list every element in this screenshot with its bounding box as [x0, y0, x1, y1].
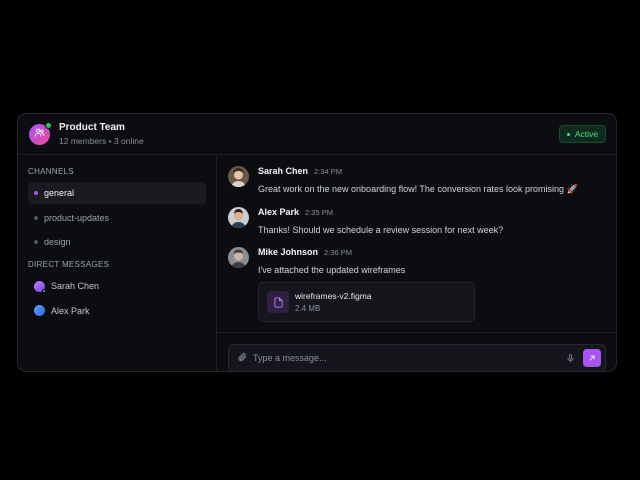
status-badge: Active — [558, 125, 606, 143]
message-timestamp: 2:34 PM — [314, 167, 342, 176]
composer-area — [217, 332, 616, 371]
avatar[interactable] — [228, 207, 249, 228]
chat-header: Product Team 12 members • 3 online Activ… — [18, 114, 616, 155]
message-composer — [228, 344, 606, 371]
dm-item-sarah-chen[interactable]: Sarah Chen — [28, 275, 206, 297]
microphone-icon[interactable] — [566, 353, 575, 363]
paperclip-icon[interactable] — [237, 349, 247, 367]
message-timestamp: 2:36 PM — [324, 248, 352, 257]
file-attachment[interactable]: wireframes-v2.figma 2.4 MB — [258, 282, 475, 322]
channel-item-general[interactable]: general — [28, 182, 206, 204]
channel-item-product-updates[interactable]: product-updates — [28, 207, 206, 229]
team-member-count: 12 members • 3 online — [59, 136, 144, 146]
channel-label: general — [44, 188, 75, 198]
online-indicator — [45, 121, 52, 129]
dm-label: Alex Park — [51, 305, 90, 316]
message-item: Sarah Chen 2:34 PM Great work on the new… — [228, 166, 606, 195]
channel-label: design — [44, 237, 71, 247]
dm-item-alex-park[interactable]: Alex Park — [28, 300, 206, 322]
message-item: Mike Johnson 2:36 PM I've attached the u… — [228, 247, 606, 276]
message-timestamp: 2:35 PM — [305, 208, 333, 217]
send-button[interactable] — [583, 349, 601, 367]
channel-label: product-updates — [44, 212, 110, 223]
file-name: wireframes-v2.figma — [295, 290, 372, 301]
message-author: Mike Johnson — [258, 247, 319, 257]
status-dot-icon — [566, 132, 570, 136]
message-text: Thanks! Should we schedule a review sess… — [258, 224, 504, 235]
file-size: 2.4 MB — [295, 303, 321, 313]
file-icon — [267, 291, 289, 313]
message-item: Alex Park 2:35 PM Thanks! Should we sche… — [228, 207, 606, 236]
channels-heading: CHANNELS — [28, 167, 74, 176]
send-icon — [588, 349, 596, 367]
team-avatar[interactable] — [29, 121, 52, 145]
channel-dot-icon — [34, 240, 38, 244]
presence-indicator — [42, 288, 46, 293]
message-input[interactable] — [253, 353, 566, 363]
chat-window: Product Team 12 members • 3 online Activ… — [17, 113, 617, 372]
message-pane: Sarah Chen 2:34 PM Great work on the new… — [217, 155, 616, 371]
message-author: Sarah Chen — [258, 166, 309, 176]
status-label: Active — [574, 129, 598, 139]
message-text: I've attached the updated wireframes — [258, 264, 406, 275]
avatar[interactable] — [228, 247, 249, 268]
direct-messages-heading: DIRECT MESSAGES — [28, 260, 110, 269]
avatar[interactable] — [228, 166, 249, 187]
team-name: Product Team — [59, 122, 125, 133]
channel-item-design[interactable]: design — [28, 231, 206, 253]
message-text: Great work on the new onboarding flow! T… — [258, 183, 578, 194]
sidebar: CHANNELS general product-updates design … — [18, 155, 217, 371]
users-icon — [34, 125, 45, 143]
message-author: Alex Park — [258, 207, 300, 217]
avatar — [34, 305, 45, 316]
channel-dot-icon — [34, 191, 38, 195]
avatar — [34, 280, 46, 293]
channel-dot-icon — [34, 215, 38, 220]
dm-label: Sarah Chen — [51, 281, 100, 291]
